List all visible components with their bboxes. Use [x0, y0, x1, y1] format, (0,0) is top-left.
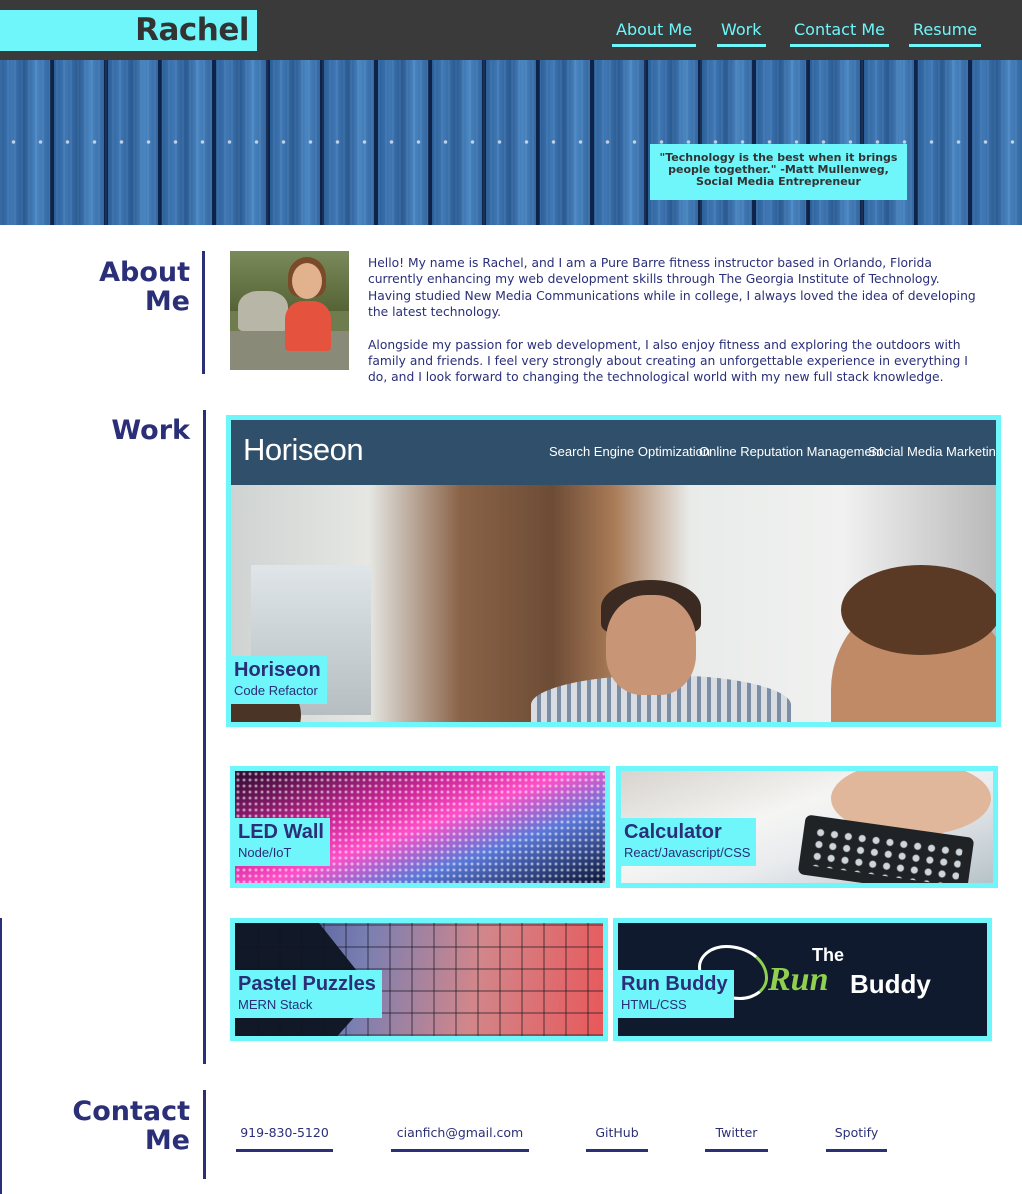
project-subtitle: Code Refactor: [234, 683, 318, 698]
contact-phone-link[interactable]: 919-830-5120: [236, 1125, 333, 1152]
project-card-horiseon[interactable]: Horiseon Search Engine Optimization Onli…: [226, 415, 1001, 727]
project-subtitle: Node/IoT: [238, 845, 292, 860]
about-heading: About Me: [99, 257, 190, 317]
project-label: Calculator React/Javascript/CSS: [621, 818, 757, 866]
project-card-pastel-puzzles[interactable]: Pastel Puzzles MERN Stack: [230, 918, 608, 1041]
about-paragraph: Alongside my passion for web development…: [368, 337, 968, 385]
about-paragraph: Hello! My name is Rachel, and I am a Pur…: [368, 256, 976, 320]
project-label: Pastel Puzzles MERN Stack: [235, 970, 382, 1018]
project-title[interactable]: Calculator: [624, 820, 750, 844]
hero-banner: "Technology is the best when it brings p…: [0, 60, 1022, 225]
contact-spotify-link[interactable]: Spotify: [826, 1125, 887, 1152]
profile-photo: [230, 251, 349, 370]
about-text: Hello! My name is Rachel, and I am a Pur…: [368, 255, 980, 386]
site-header: Rachel About Me Work Contact Me Resume: [0, 0, 1022, 60]
run-buddy-logo-buddy: Buddy: [850, 969, 931, 999]
project-title[interactable]: LED Wall: [238, 820, 324, 844]
project-title[interactable]: Pastel Puzzles: [238, 972, 376, 996]
contact-twitter-link[interactable]: Twitter: [705, 1125, 768, 1152]
brand-name[interactable]: Rachel: [135, 12, 249, 48]
about-divider: [202, 251, 205, 374]
project-label: LED Wall Node/IoT: [235, 818, 330, 866]
run-buddy-logo-run: Run: [768, 961, 829, 998]
work-divider: [203, 410, 206, 1064]
project-subtitle: React/Javascript/CSS: [624, 845, 751, 860]
project-label: Run Buddy HTML/CSS: [618, 970, 734, 1018]
nav-link-resume[interactable]: Resume: [909, 21, 982, 47]
contact-divider: [203, 1090, 206, 1179]
project-subtitle: MERN Stack: [238, 997, 313, 1012]
horiseon-navbar: Horiseon Search Engine Optimization Onli…: [231, 420, 996, 485]
page-edge-line: [0, 918, 2, 1194]
project-subtitle: HTML/CSS: [621, 997, 687, 1012]
project-label: Horiseon Code Refactor: [231, 656, 327, 704]
brand-logo[interactable]: Rachel: [0, 10, 257, 51]
contact-heading: Contact Me: [72, 1096, 190, 1156]
hero-quote: "Technology is the best when it brings p…: [650, 144, 907, 200]
horiseon-nav-item: Search Engine Optimization: [549, 444, 711, 459]
nav-link-about-me[interactable]: About Me: [612, 21, 697, 47]
horiseon-hero-image: [231, 485, 996, 722]
project-card-led-wall[interactable]: LED Wall Node/IoT: [230, 766, 610, 888]
nav-link-work[interactable]: Work: [717, 21, 766, 47]
nav-link-contact-me[interactable]: Contact Me: [790, 21, 889, 47]
project-card-calculator[interactable]: Calculator React/Javascript/CSS: [616, 766, 998, 888]
project-title[interactable]: Horiseon: [234, 658, 321, 682]
horiseon-nav-item: Social Media Marketing: [868, 444, 1001, 459]
project-title[interactable]: Run Buddy: [621, 972, 728, 996]
horiseon-nav-item: Online Reputation Management: [699, 444, 883, 459]
work-heading: Work: [111, 415, 190, 446]
contact-email-link[interactable]: cianfich@gmail.com: [391, 1125, 529, 1152]
project-card-run-buddy[interactable]: The Run Buddy Run Buddy HTML/CSS: [613, 918, 992, 1041]
horiseon-logo: Horiseon: [243, 432, 364, 467]
contact-github-link[interactable]: GitHub: [586, 1125, 648, 1152]
